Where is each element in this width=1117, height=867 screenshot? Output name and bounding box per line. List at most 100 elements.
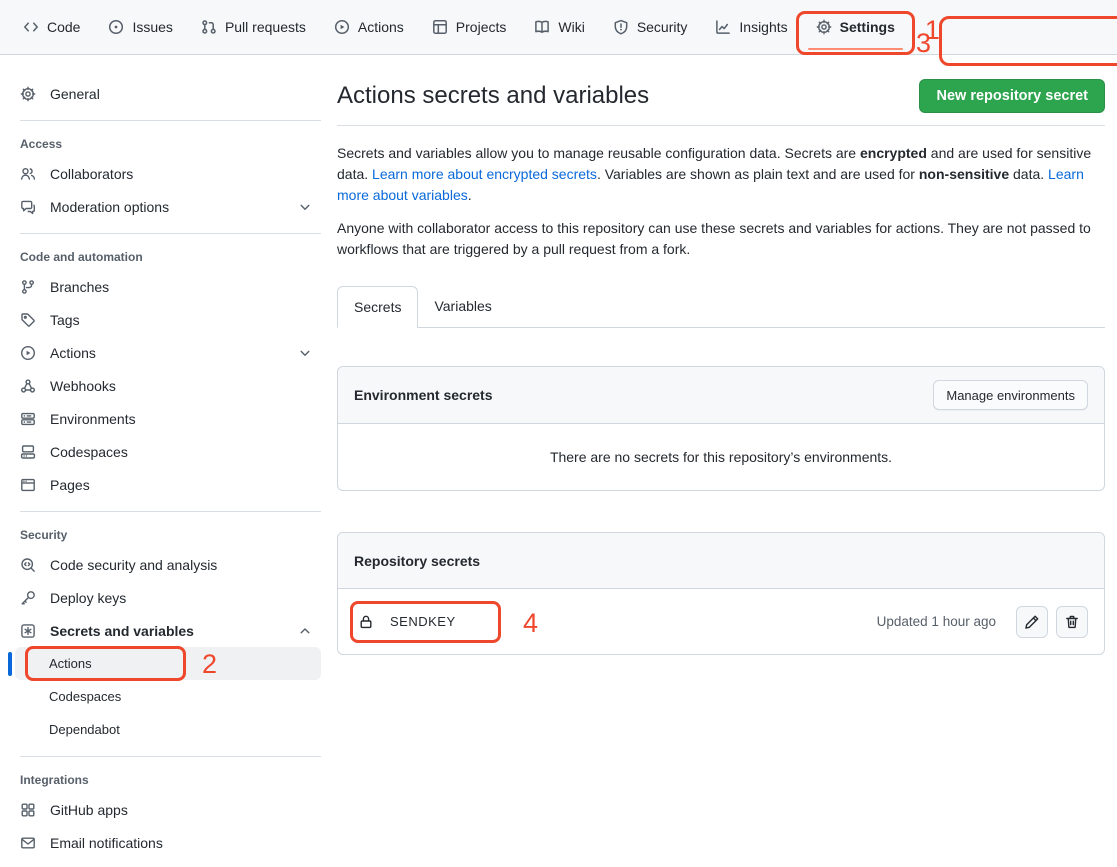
webhook-icon xyxy=(20,378,36,394)
graph-icon xyxy=(715,19,731,35)
intro-bold-non-sensitive: non-sensitive xyxy=(919,166,1009,182)
sidebar-item-email-notifications[interactable]: Email notifications xyxy=(0,826,321,859)
nav-tab-code[interactable]: Code xyxy=(14,13,89,41)
page-title: Actions secrets and variables xyxy=(337,79,649,113)
issue-icon xyxy=(108,19,124,35)
shield-icon xyxy=(613,19,629,35)
code-icon xyxy=(23,19,39,35)
tab-secrets[interactable]: Secrets xyxy=(337,286,418,328)
active-tab-underline xyxy=(808,48,903,51)
repo-nav: Code Issues Pull requests Actions Projec… xyxy=(0,0,1117,55)
git-branch-icon xyxy=(20,279,36,295)
sidebar-item-label: Collaborators xyxy=(50,166,133,182)
secrets-variables-tabnav: Secrets Variables xyxy=(337,286,1105,328)
sidebar-item-collaborators[interactable]: Collaborators xyxy=(0,157,321,190)
intro-text: . Variables are shown as plain text and … xyxy=(597,166,919,182)
chevron-up-icon xyxy=(297,623,313,639)
sidebar-item-label: Tags xyxy=(50,312,80,328)
sidebar-item-moderation-options[interactable]: Moderation options xyxy=(0,190,321,223)
delete-secret-button[interactable] xyxy=(1056,606,1088,638)
manage-environments-button[interactable]: Manage environments xyxy=(933,380,1088,410)
browser-icon xyxy=(20,477,36,493)
nav-tab-projects[interactable]: Projects xyxy=(423,13,516,41)
sidebar-item-environments[interactable]: Environments xyxy=(0,402,321,435)
repository-secrets-title: Repository secrets xyxy=(354,553,480,569)
environment-secrets-box: Environment secrets Manage environments … xyxy=(337,366,1105,491)
encrypted-secrets-link[interactable]: Learn more about encrypted secrets xyxy=(372,166,597,182)
codescan-icon xyxy=(20,557,36,573)
sidebar-item-branches[interactable]: Branches xyxy=(0,270,321,303)
nav-tab-issues[interactable]: Issues xyxy=(99,13,181,41)
nav-tab-label: Security xyxy=(637,19,688,35)
sidebar-subitem-label: Dependabot xyxy=(49,722,120,737)
chevron-down-icon xyxy=(297,199,313,215)
sidebar-section-title-security: Security xyxy=(0,512,321,548)
nav-tab-pull-requests[interactable]: Pull requests xyxy=(192,13,315,41)
apps-icon xyxy=(20,802,36,818)
nav-tab-label: Settings xyxy=(840,19,895,35)
sidebar-item-label: Environments xyxy=(50,411,136,427)
server-icon xyxy=(20,411,36,427)
sidebar-item-codespaces[interactable]: Codespaces xyxy=(0,435,321,468)
sidebar-item-pages[interactable]: Pages xyxy=(0,468,321,501)
sidebar-item-github-apps[interactable]: GitHub apps xyxy=(0,793,321,826)
sidebar-subitem-actions[interactable]: Actions 2 xyxy=(15,647,321,680)
sidebar-item-webhooks[interactable]: Webhooks xyxy=(0,369,321,402)
key-asterisk-icon xyxy=(20,623,36,639)
secret-name: SENDKEY xyxy=(390,614,456,629)
secret-identifier: SENDKEY 4 xyxy=(358,614,456,630)
nav-tab-label: Actions xyxy=(358,19,404,35)
sidebar-item-label: Codespaces xyxy=(50,444,128,460)
sidebar-item-label: Secrets and variables xyxy=(50,623,194,639)
nav-tab-security[interactable]: Security xyxy=(604,13,697,41)
environment-secrets-empty-message: There are no secrets for this repository… xyxy=(338,424,1104,490)
nav-tab-label: Insights xyxy=(739,19,787,35)
sidebar-item-code-security[interactable]: Code security and analysis xyxy=(0,548,321,581)
nav-tab-insights[interactable]: Insights xyxy=(706,13,796,41)
projects-icon xyxy=(432,19,448,35)
gear-icon xyxy=(20,86,36,102)
intro-text: data. xyxy=(1009,166,1048,182)
play-icon xyxy=(20,345,36,361)
sidebar-section-title-code-automation: Code and automation xyxy=(0,234,321,270)
sidebar-subitem-codespaces[interactable]: Codespaces xyxy=(15,680,321,713)
sidebar-item-label: Deploy keys xyxy=(50,590,126,606)
nav-tab-label: Wiki xyxy=(558,19,584,35)
mail-icon xyxy=(20,835,36,851)
sidebar-item-tags[interactable]: Tags xyxy=(0,303,321,336)
intro-text: . xyxy=(468,187,472,203)
people-icon xyxy=(20,166,36,182)
nav-tab-wiki[interactable]: Wiki xyxy=(525,13,593,41)
sidebar-subitem-label: Actions xyxy=(49,656,92,671)
sidebar-section-title-integrations: Integrations xyxy=(0,757,321,793)
pull-request-icon xyxy=(201,19,217,35)
sidebar-item-label: GitHub apps xyxy=(50,802,128,818)
sidebar-item-label: Actions xyxy=(50,345,96,361)
sidebar-item-general[interactable]: General xyxy=(0,77,321,110)
sidebar-item-actions[interactable]: Actions xyxy=(0,336,321,369)
nav-tab-settings[interactable]: Settings 1 xyxy=(807,13,904,41)
pencil-icon xyxy=(1024,614,1040,630)
sidebar-item-label: Moderation options xyxy=(50,199,169,215)
new-repository-secret-button[interactable]: New repository secret xyxy=(919,79,1105,113)
nav-tab-actions[interactable]: Actions xyxy=(325,13,413,41)
nav-tab-label: Projects xyxy=(456,19,507,35)
secret-row: SENDKEY 4 Updated 1 hour ago xyxy=(338,589,1104,654)
sidebar-item-deploy-keys[interactable]: Deploy keys xyxy=(0,581,321,614)
discussion-icon xyxy=(20,199,36,215)
annotation-number-1: 1 xyxy=(925,17,940,44)
sidebar-item-secrets-and-variables[interactable]: Secrets and variables xyxy=(0,614,321,647)
annotation-number-4: 4 xyxy=(523,610,538,637)
title-divider xyxy=(337,125,1105,126)
sidebar-subitem-dependabot[interactable]: Dependabot xyxy=(15,713,321,746)
repository-secrets-box: Repository secrets SENDKEY 4 Updated 1 h… xyxy=(337,532,1105,655)
intro-bold-encrypted: encrypted xyxy=(860,145,927,161)
sidebar-item-label: Webhooks xyxy=(50,378,116,394)
chevron-down-icon xyxy=(297,345,313,361)
edit-secret-button[interactable] xyxy=(1016,606,1048,638)
book-icon xyxy=(534,19,550,35)
sidebar-subitem-label: Codespaces xyxy=(49,689,121,704)
tab-variables[interactable]: Variables xyxy=(418,286,507,327)
secret-updated-timestamp: Updated 1 hour ago xyxy=(877,614,996,629)
trash-icon xyxy=(1064,614,1080,630)
